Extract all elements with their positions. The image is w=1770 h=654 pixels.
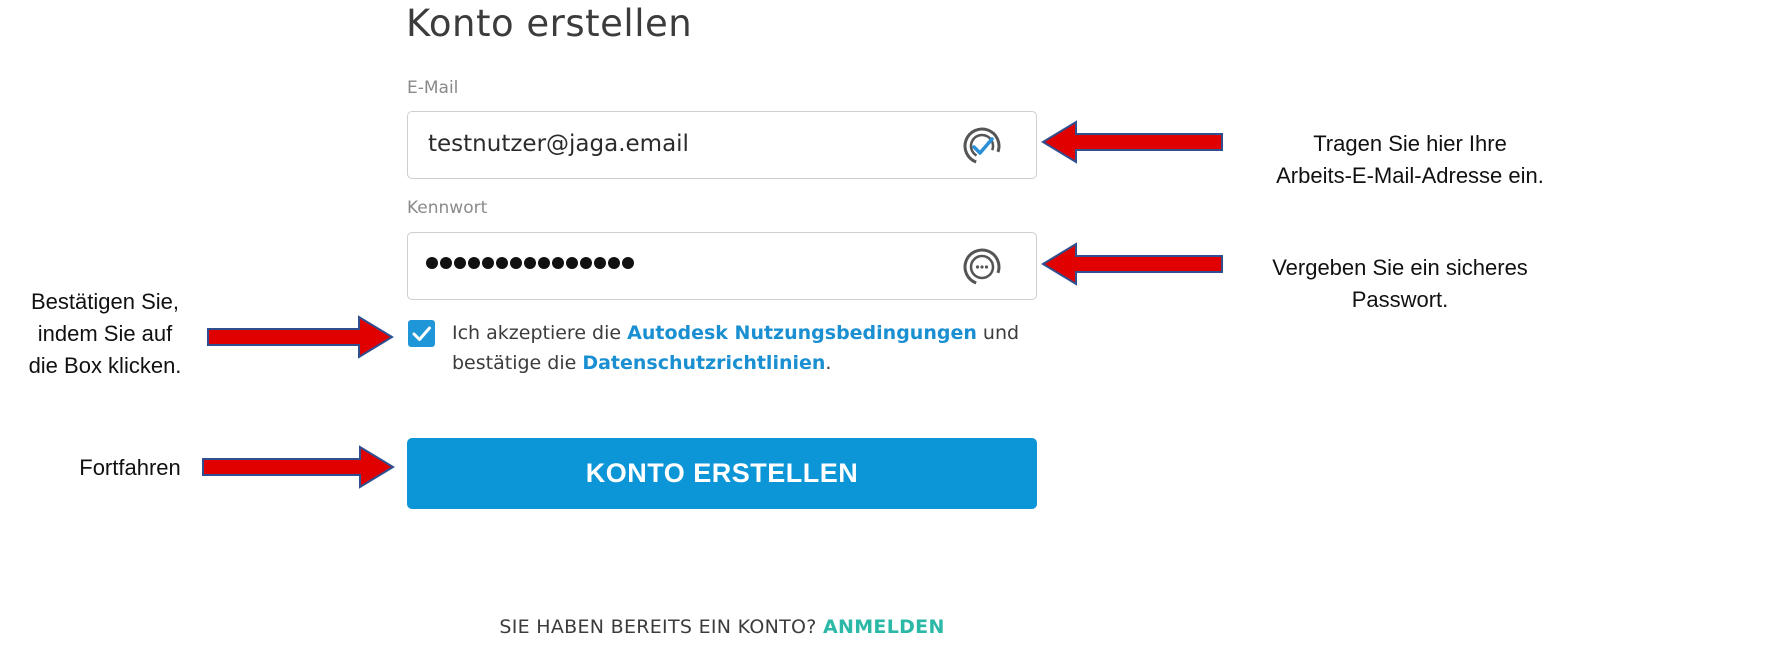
continue-hint: Fortfahren [79,455,181,480]
password-label: Kennwort [407,198,488,218]
red-arrow-icon [1041,242,1223,286]
email-hint-line2: Arbeits-E-Mail-Adresse ein. [1276,163,1544,188]
password-mask-dot [454,257,466,269]
terms-suffix: . [825,352,832,374]
password-mask-dot [510,257,522,269]
privacy-policy-link[interactable]: Datenschutzrichtlinien [582,352,825,374]
password-hint-line1: Vergeben Sie ein sicheres [1272,255,1528,280]
password-mask-dot [608,257,620,269]
password-mask-dot [496,257,508,269]
email-value: testnutzer@jaga.email [428,131,689,157]
email-label: E-Mail [407,78,459,98]
checkmark-icon [412,326,431,341]
password-mask-dot [524,257,536,269]
email-hint: Tragen Sie hier Ihre Arbeits-E-Mail-Adre… [1240,128,1580,192]
checkbox-hint-line1: Bestätigen Sie, [31,289,179,314]
red-arrow-icon [207,315,394,359]
email-hint-line1: Tragen Sie hier Ihre [1313,131,1507,156]
password-manager-check-icon[interactable] [962,126,1002,166]
page-title: Konto erstellen [406,2,693,45]
red-arrow-icon [202,445,395,489]
password-value [426,257,634,269]
password-mask-dot [426,257,438,269]
password-manager-dots-icon[interactable] [962,247,1002,287]
password-hint: Vergeben Sie ein sicheres Passwort. [1240,252,1560,316]
terms-of-use-link[interactable]: Autodesk Nutzungsbedingungen [627,322,977,344]
red-arrow-icon [1041,120,1223,164]
create-account-button[interactable]: KONTO ERSTELLEN [407,438,1037,509]
terms-checkbox[interactable] [408,320,435,347]
password-mask-dot [552,257,564,269]
password-mask-dot [440,257,452,269]
password-mask-dot [468,257,480,269]
signin-prompt: SIE HABEN BEREITS EIN KONTO? ANMELDEN [406,616,1038,638]
signin-link[interactable]: ANMELDEN [823,616,945,638]
password-mask-dot [538,257,550,269]
checkbox-hint: Bestätigen Sie, indem Sie auf die Box kl… [0,286,210,382]
password-mask-dot [594,257,606,269]
terms-text: Ich akzeptiere die Autodesk Nutzungsbedi… [452,318,1052,378]
password-mask-dot [566,257,578,269]
terms-prefix: Ich akzeptiere die [452,322,628,344]
password-field[interactable] [407,232,1037,300]
checkbox-hint-line2: indem Sie auf [37,321,173,346]
email-field[interactable]: testnutzer@jaga.email [407,111,1037,179]
password-mask-dot [622,257,634,269]
password-mask-dot [580,257,592,269]
signin-prompt-text: SIE HABEN BEREITS EIN KONTO? [499,616,824,638]
password-hint-line2: Passwort. [1351,287,1449,312]
checkbox-hint-line3: die Box klicken. [28,353,182,378]
password-mask-dot [482,257,494,269]
